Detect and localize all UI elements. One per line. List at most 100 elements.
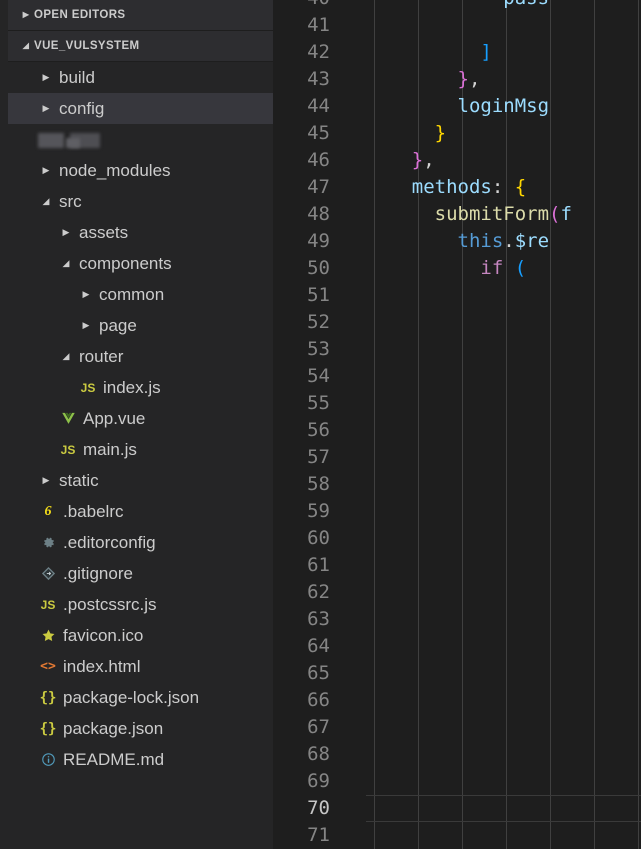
chevron-right-icon[interactable]: ▶ (36, 104, 56, 113)
line-number: 45 (307, 122, 330, 144)
line-number: 50 (307, 257, 330, 279)
code-line-61[interactable]: 61 (273, 552, 641, 579)
tree-folder-src[interactable]: ◢ src (8, 186, 273, 217)
line-number: 67 (307, 716, 330, 738)
info-circle-icon (36, 752, 60, 767)
tree-file-index.html[interactable]: <> index.html (8, 651, 273, 682)
code-line-43[interactable]: 43 }, (273, 66, 641, 93)
tree-file-App.vue[interactable]: App.vue (8, 403, 273, 434)
tree-file-package-lock.json[interactable]: {} package-lock.json (8, 682, 273, 713)
code-lines[interactable]: 40 pass4142 ]43 },44 loginMsg45 }46 },47… (273, 0, 641, 849)
file-tree[interactable]: ▶ build ▶ config ▶ node_modules ◢ src ▶ assets ◢ co… (8, 62, 273, 775)
code-line-71[interactable]: 71 (273, 822, 641, 849)
tree-folder-build[interactable]: ▶ build (8, 62, 273, 93)
code-line-65[interactable]: 65 (273, 660, 641, 687)
code-line-69[interactable]: 69 (273, 768, 641, 795)
tree-file-.babelrc[interactable]: 6 .babelrc (8, 496, 273, 527)
line-number: 63 (307, 608, 330, 630)
js-file-icon: JS (60, 442, 76, 457)
tree-item-label: favicon.ico (63, 625, 144, 645)
code-line-62[interactable]: 62 (273, 579, 641, 606)
tree-item-label: components (79, 253, 172, 273)
tree-folder-node_modules[interactable]: ▶ node_modules (8, 155, 273, 186)
code-line-70[interactable]: 70 (273, 795, 641, 822)
chevron-right-icon[interactable]: ▶ (36, 73, 56, 82)
section-open-editors[interactable]: ▶ OPEN EDITORS (8, 0, 273, 31)
tree-file-README.md[interactable]: README.md (8, 744, 273, 775)
code-line-48[interactable]: 48 submitForm(f (273, 201, 641, 228)
code-token: ( (503, 257, 527, 279)
code-line-49[interactable]: 49 this.$re (273, 228, 641, 255)
git-file-icon (36, 566, 60, 581)
line-number: 55 (307, 392, 330, 414)
code-line-53[interactable]: 53 (273, 336, 641, 363)
chevron-right-icon[interactable]: ▶ (56, 228, 76, 237)
tree-file-index.js[interactable]: JS index.js (8, 372, 273, 403)
tree-folder-page[interactable]: ▶ page (8, 310, 273, 341)
code-token: pass (366, 0, 549, 9)
chevron-right-icon[interactable]: ▶ (76, 290, 96, 299)
code-token: . (503, 230, 515, 252)
tree-folder-router[interactable]: ◢ router (8, 341, 273, 372)
tree-folder-config[interactable]: ▶ config (8, 93, 273, 124)
code-token: : (491, 176, 515, 198)
code-line-60[interactable]: 60 (273, 525, 641, 552)
tree-file-.postcssrc.js[interactable]: JS .postcssrc.js (8, 589, 273, 620)
tree-folder-common[interactable]: ▶ common (8, 279, 273, 310)
git-file-icon (41, 566, 55, 581)
chevron-down-icon[interactable]: ◢ (56, 259, 76, 268)
code-line-66[interactable]: 66 (273, 687, 641, 714)
code-editor[interactable]: 40 pass4142 ]43 },44 loginMsg45 }46 },47… (273, 0, 641, 849)
tree-file-main.js[interactable]: JS main.js (8, 434, 273, 465)
tree-file-package.json[interactable]: {} package.json (8, 713, 273, 744)
code-line-55[interactable]: 55 (273, 390, 641, 417)
code-line-40[interactable]: 40 pass (273, 0, 641, 12)
tree-file-.gitignore[interactable]: .gitignore (8, 558, 273, 589)
code-text: } (366, 120, 446, 147)
code-token: loginMsg (366, 95, 550, 117)
code-line-50[interactable]: 50 if ( (273, 255, 641, 282)
code-line-46[interactable]: 46 }, (273, 147, 641, 174)
line-number: 61 (307, 554, 330, 576)
tree-item-label: .postcssrc.js (63, 594, 157, 614)
code-token: ] (366, 41, 492, 63)
code-token: this (366, 230, 504, 252)
tree-folder-assets[interactable]: ▶ assets (8, 217, 273, 248)
line-number: 69 (307, 770, 330, 792)
code-text: loginMsg (366, 93, 550, 120)
json-file-icon: {} (39, 689, 57, 706)
chevron-right-icon[interactable]: ▶ (36, 476, 56, 485)
line-number: 43 (307, 68, 330, 90)
tree-folder-static[interactable]: ▶ static (8, 465, 273, 496)
code-line-64[interactable]: 64 (273, 633, 641, 660)
section-project-root[interactable]: ◢ VUE_VULSYSTEM (8, 31, 273, 62)
code-line-41[interactable]: 41 (273, 12, 641, 39)
code-line-67[interactable]: 67 (273, 714, 641, 741)
code-line-68[interactable]: 68 (273, 741, 641, 768)
chevron-right-icon[interactable]: ▶ (76, 321, 96, 330)
code-line-52[interactable]: 52 (273, 309, 641, 336)
code-text: }, (366, 147, 435, 174)
chevron-down-icon: ◢ (22, 41, 30, 50)
code-token: , (423, 149, 435, 171)
code-line-58[interactable]: 58 (273, 471, 641, 498)
code-line-47[interactable]: 47 methods: { (273, 174, 641, 201)
tree-file-.editorconfig[interactable]: .editorconfig (8, 527, 273, 558)
code-line-56[interactable]: 56 (273, 417, 641, 444)
chevron-down-icon[interactable]: ◢ (56, 352, 76, 361)
chevron-right-icon[interactable]: ▶ (36, 166, 56, 175)
code-line-44[interactable]: 44 loginMsg (273, 93, 641, 120)
code-line-59[interactable]: 59 (273, 498, 641, 525)
star-icon (42, 629, 54, 641)
code-line-57[interactable]: 57 (273, 444, 641, 471)
code-line-45[interactable]: 45 } (273, 120, 641, 147)
code-line-42[interactable]: 42 ] (273, 39, 641, 66)
tree-file-favicon.ico[interactable]: favicon.ico (8, 620, 273, 651)
code-line-63[interactable]: 63 (273, 606, 641, 633)
code-line-54[interactable]: 54 (273, 363, 641, 390)
tree-item-label: node_modules (59, 160, 171, 180)
chevron-down-icon[interactable]: ◢ (36, 197, 56, 206)
code-line-51[interactable]: 51 (273, 282, 641, 309)
explorer-sidebar[interactable]: ▶ OPEN EDITORS ◢ VUE_VULSYSTEM ▶ build ▶ co… (8, 0, 273, 849)
tree-folder-components[interactable]: ◢ components (8, 248, 273, 279)
